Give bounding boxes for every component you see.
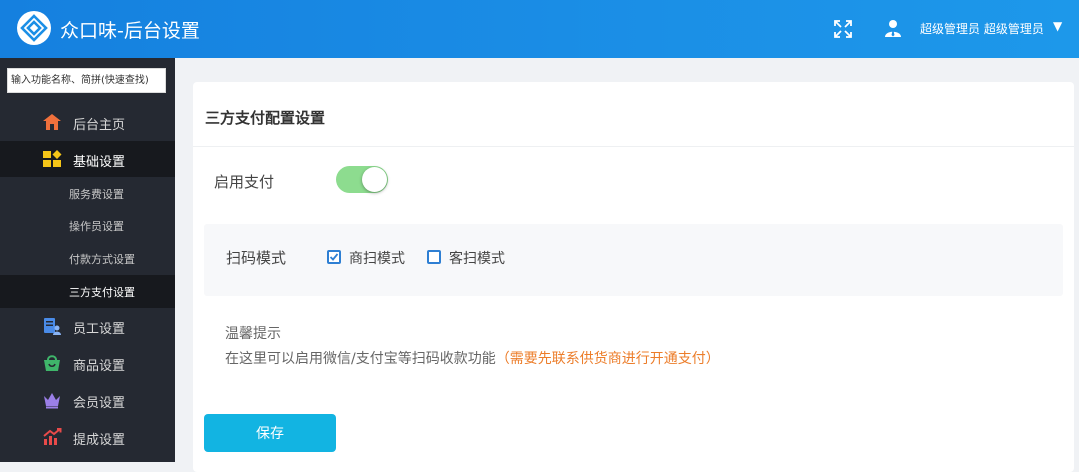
sidebar-item-label: 提成设置 (73, 433, 126, 448)
title-divider (193, 146, 1074, 147)
menu-search-input[interactable] (7, 68, 166, 93)
sidebar-subitem-service-fee[interactable]: 服务费设置 (0, 177, 175, 210)
staff-icon (44, 318, 61, 335)
tip-text: 在这里可以启用微信/支付宝等扫码收款功能（需要先联系供货商进行开通支付） (225, 348, 720, 368)
sidebar-item-basic-settings[interactable]: 基础设置 (0, 141, 175, 177)
user-name[interactable]: 超级管理员 超级管理员 (920, 20, 1044, 37)
scan-mode-label: 扫码模式 (226, 249, 287, 267)
trend-icon (43, 428, 62, 445)
checkmark-icon (329, 253, 339, 261)
sidebar-item-label: 商品设置 (73, 359, 126, 374)
app-title: 众口味-后台设置 (60, 20, 200, 42)
sidebar-subitem-payment-method[interactable]: 付款方式设置 (0, 242, 175, 275)
sidebar-item-label: 基础设置 (73, 155, 126, 170)
enable-payment-toggle[interactable] (336, 166, 388, 193)
toggle-knob (362, 167, 387, 192)
save-button[interactable]: 保存 (204, 414, 336, 452)
user-icon[interactable] (884, 19, 902, 37)
customer-scan-checkbox[interactable] (427, 250, 441, 264)
merchant-scan-label[interactable]: 商扫模式 (349, 248, 405, 268)
crown-icon (44, 393, 60, 409)
user-dropdown-caret-icon[interactable]: ▼ (1053, 19, 1062, 33)
payment-config-panel: 三方支付配置设置 启用支付 扫码模式 商扫模式 客扫模式 温馨提示 在这里可以启… (193, 82, 1074, 472)
top-header: 众口味-后台设置 超级管理员 超级管理员 ▼ (0, 0, 1079, 58)
sidebar-subitem-third-party-payment[interactable]: 三方支付设置 (0, 275, 175, 308)
tip-highlight: （需要先联系供货商进行开通支付） (495, 351, 720, 367)
customer-scan-label[interactable]: 客扫模式 (449, 248, 505, 268)
basket-icon (44, 355, 60, 371)
sidebar-item-label: 会员设置 (73, 396, 126, 411)
sidebar-item-label: 后台主页 (73, 118, 126, 133)
sidebar-item-commission[interactable]: 提成设置 (0, 419, 175, 455)
sidebar-subitem-label: 操作员设置 (69, 220, 124, 233)
sidebar-item-label: 员工设置 (73, 322, 126, 337)
merchant-scan-checkbox[interactable] (327, 250, 341, 264)
blocks-icon (43, 150, 62, 167)
tip-title: 温馨提示 (225, 326, 281, 342)
logo-icon (17, 11, 51, 45)
sidebar-subitem-label: 付款方式设置 (69, 253, 135, 266)
sidebar-subitem-label: 三方支付设置 (69, 286, 135, 299)
sidebar-item-products[interactable]: 商品设置 (0, 345, 175, 381)
sidebar: 后台主页 基础设置 服务费设置 操作员设置 付款方式设置 三方支付设置 员工设置 (0, 58, 175, 462)
sidebar-item-home[interactable]: 后台主页 (0, 104, 175, 140)
sidebar-item-members[interactable]: 会员设置 (0, 382, 175, 418)
sidebar-subitem-label: 服务费设置 (69, 188, 124, 201)
tip-description: 在这里可以启用微信/支付宝等扫码收款功能 (225, 351, 496, 367)
scan-mode-section: 扫码模式 商扫模式 客扫模式 (204, 224, 1063, 296)
home-icon (43, 114, 61, 130)
enable-payment-label: 启用支付 (214, 173, 275, 191)
sidebar-subitem-operator[interactable]: 操作员设置 (0, 209, 175, 242)
fullscreen-icon[interactable] (834, 20, 852, 38)
page-title: 三方支付配置设置 (205, 109, 326, 127)
sidebar-item-staff[interactable]: 员工设置 (0, 308, 175, 344)
